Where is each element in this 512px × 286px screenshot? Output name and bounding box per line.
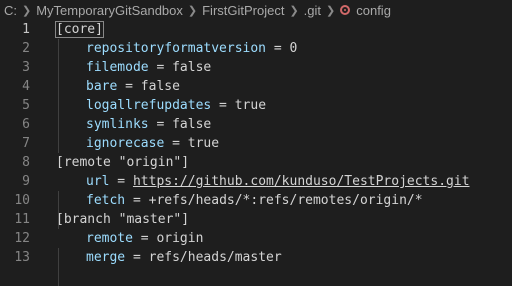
- line-number: 2: [22, 41, 30, 56]
- code-content: bare = false: [56, 77, 512, 96]
- chevron-right-icon: ❯: [187, 4, 198, 17]
- config-value: +refs/heads/*:refs/remotes/origin/*: [148, 193, 423, 208]
- section-header: [core]: [55, 21, 104, 38]
- breadcrumb-folder-sandbox[interactable]: MyTemporaryGitSandbox: [36, 3, 183, 18]
- code-content: [remote "origin"]: [56, 153, 512, 172]
- equals-sign: =: [125, 250, 149, 265]
- code-content: [core]: [55, 20, 512, 39]
- config-key: merge: [86, 250, 126, 265]
- config-value: origin: [156, 231, 204, 246]
- config-key: remote: [86, 231, 133, 246]
- config-key: symlinks: [86, 117, 149, 132]
- section-header: [remote "origin"]: [56, 155, 190, 170]
- code-content: [branch "master"]: [56, 210, 512, 229]
- code-line[interactable]: 3 filemode = false: [0, 58, 512, 77]
- code-line[interactable]: 11 [branch "master"]: [0, 210, 512, 229]
- equals-sign: =: [117, 79, 141, 94]
- code-line[interactable]: 2 repositoryformatversion = 0: [0, 39, 512, 58]
- config-file-icon: [340, 5, 351, 15]
- line-number: 9: [22, 174, 30, 189]
- equals-sign: =: [148, 60, 173, 75]
- line-number: 8: [22, 155, 30, 170]
- config-key: logallrefupdates: [86, 98, 212, 113]
- config-value: refs/heads/master: [148, 250, 282, 265]
- equals-sign: =: [125, 193, 149, 208]
- line-number: 13: [14, 250, 30, 265]
- editor[interactable]: 1 [core] 2 repositoryformatversion = 0 3 file…: [0, 20, 512, 286]
- line-number: 6: [22, 117, 30, 132]
- config-value: false: [172, 117, 212, 132]
- code-line[interactable]: 8 [remote "origin"]: [0, 153, 512, 172]
- config-key: url: [86, 174, 110, 189]
- line-number: 3: [22, 60, 30, 75]
- code-line[interactable]: 13 merge = refs/heads/master: [0, 248, 512, 267]
- config-key: repositoryformatversion: [86, 41, 267, 56]
- code-line[interactable]: 5 logallrefupdates = true: [0, 96, 512, 115]
- code-content: filemode = false: [56, 58, 512, 77]
- code-content: repositoryformatversion = 0: [56, 39, 512, 58]
- config-value: true: [187, 136, 220, 151]
- code-line[interactable]: 7 ignorecase = true: [0, 134, 512, 153]
- config-value: false: [172, 60, 212, 75]
- breadcrumb-file[interactable]: config: [356, 3, 391, 18]
- code-line[interactable]: 12 remote = origin: [0, 229, 512, 248]
- line-number: 5: [22, 98, 30, 113]
- code-line[interactable]: 10 fetch = +refs/heads/*:refs/remotes/ori…: [0, 191, 512, 210]
- line-number: 12: [14, 231, 30, 246]
- code-content: fetch = +refs/heads/*:refs/remotes/origi…: [56, 191, 512, 210]
- code-content: remote = origin: [56, 229, 512, 248]
- code-content: url = https://github.com/kunduso/TestPro…: [56, 172, 512, 191]
- config-key: ignorecase: [86, 136, 165, 151]
- equals-sign: =: [211, 98, 235, 113]
- code-line[interactable]: 4 bare = false: [0, 77, 512, 96]
- url-link[interactable]: https://github.com/kunduso/TestProjects.…: [133, 174, 470, 189]
- chevron-right-icon: ❯: [326, 4, 336, 17]
- line-number: 11: [14, 212, 30, 227]
- config-value: true: [234, 98, 267, 113]
- config-value: false: [140, 79, 180, 94]
- code-line[interactable]: 9 url = https://github.com/kunduso/TestPr…: [0, 172, 512, 191]
- section-header: [branch "master"]: [56, 212, 190, 227]
- code-content: ignorecase = true: [56, 134, 512, 153]
- equals-sign: =: [132, 231, 157, 246]
- line-number: 4: [22, 79, 30, 94]
- config-key: bare: [86, 79, 118, 94]
- code-line[interactable]: 1 [core]: [0, 20, 512, 39]
- line-number: 1: [22, 22, 30, 37]
- breadcrumb-drive[interactable]: C:: [4, 3, 17, 18]
- code-line[interactable]: 6 symlinks = false: [0, 115, 512, 134]
- equals-sign: =: [164, 136, 188, 151]
- config-key: filemode: [86, 60, 149, 75]
- code-content: symlinks = false: [56, 115, 512, 134]
- code-content: merge = refs/heads/master: [56, 248, 512, 267]
- breadcrumb-folder-project[interactable]: FirstGitProject: [202, 3, 284, 18]
- line-number: 10: [14, 193, 30, 208]
- breadcrumb: C: ❯ MyTemporaryGitSandbox ❯ FirstGitPro…: [0, 0, 512, 20]
- config-value: 0: [289, 41, 298, 56]
- config-key: fetch: [86, 193, 126, 208]
- equals-sign: =: [148, 117, 173, 132]
- chevron-right-icon: ❯: [289, 4, 299, 17]
- line-number: 7: [22, 136, 30, 151]
- chevron-right-icon: ❯: [22, 4, 32, 17]
- equals-sign: =: [109, 174, 133, 189]
- breadcrumb-folder-git[interactable]: .git: [304, 3, 321, 18]
- code-content: logallrefupdates = true: [56, 96, 512, 115]
- equals-sign: =: [266, 41, 290, 56]
